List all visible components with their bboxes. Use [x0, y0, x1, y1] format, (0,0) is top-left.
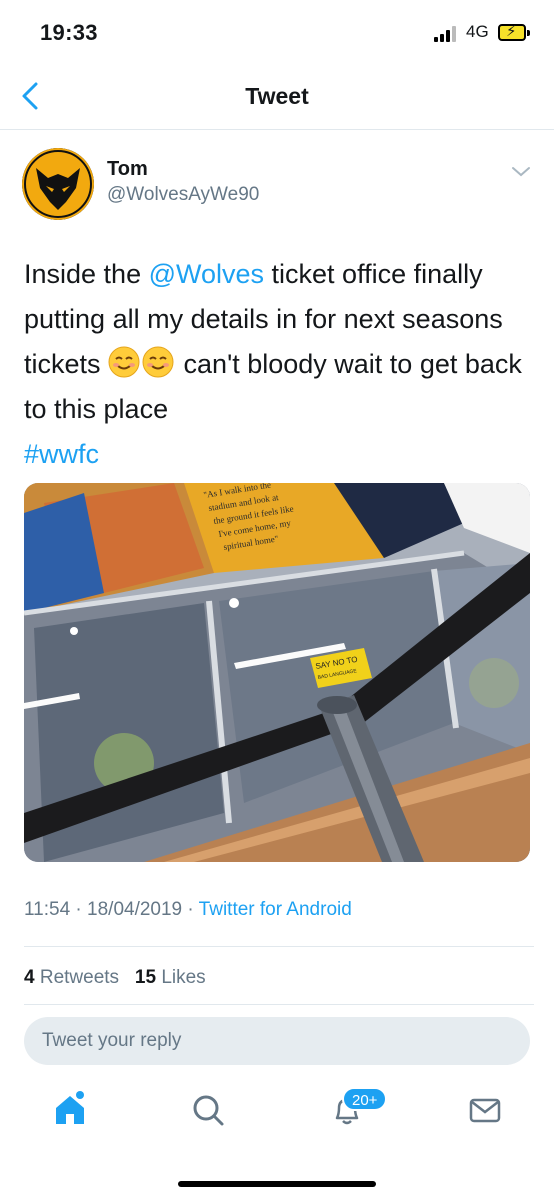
- divider: [24, 946, 534, 947]
- reply-placeholder: Tweet your reply: [42, 1030, 182, 1051]
- tweet-photo[interactable]: "As I walk into the stadium and look at …: [24, 483, 530, 862]
- notifications-badge: 20+: [342, 1087, 388, 1111]
- tweet-time: 11:54: [24, 899, 71, 920]
- search-icon[interactable]: [188, 1090, 228, 1130]
- status-bar: 19:33 4G ⚡: [0, 0, 554, 60]
- likes-count: 15: [134, 967, 157, 988]
- home-indicator: [178, 1181, 376, 1187]
- tweet-timestamp: 11:54 · 18/04/2019 · Twitter for Android: [24, 899, 352, 920]
- tweet-text: Inside the @Wolves ticket office finally…: [24, 252, 540, 477]
- mention-link[interactable]: @Wolves: [149, 259, 264, 289]
- chevron-down-icon[interactable]: [508, 162, 534, 182]
- tweet-source-link[interactable]: Twitter for Android: [199, 899, 352, 920]
- wolves-logo-icon: [22, 148, 94, 220]
- avatar[interactable]: [22, 148, 94, 220]
- likes-stat[interactable]: 15 Likes: [135, 967, 206, 988]
- status-time: 19:33: [40, 20, 98, 45]
- retweets-label: Retweets: [39, 967, 120, 988]
- reply-input[interactable]: Tweet your reply: [24, 1017, 530, 1065]
- divider: [24, 1004, 534, 1005]
- messages-icon[interactable]: [465, 1090, 505, 1130]
- smiling-emoji-icon: [142, 346, 174, 378]
- signal-icon: [434, 26, 460, 42]
- tweet-text-part: Inside the: [24, 259, 149, 289]
- likes-label: Likes: [161, 967, 206, 988]
- author-handle[interactable]: @WolvesAyWe90: [107, 184, 259, 206]
- smiling-emoji-icon: [108, 346, 140, 378]
- nav-header: Tweet: [0, 62, 554, 130]
- page-title: Tweet: [245, 83, 309, 109]
- hashtag-link[interactable]: #wwfc: [24, 439, 99, 469]
- tweet-stats: 4 Retweets 15 Likes: [24, 967, 206, 989]
- retweets-count: 4: [24, 967, 35, 988]
- home-icon[interactable]: [50, 1090, 90, 1130]
- retweets-stat[interactable]: 4 Retweets: [24, 967, 119, 988]
- tweet-date: 18/04/2019: [87, 899, 183, 920]
- network-label: 4G: [466, 22, 489, 41]
- battery-icon: ⚡: [498, 23, 530, 41]
- author-name[interactable]: Tom: [107, 158, 148, 181]
